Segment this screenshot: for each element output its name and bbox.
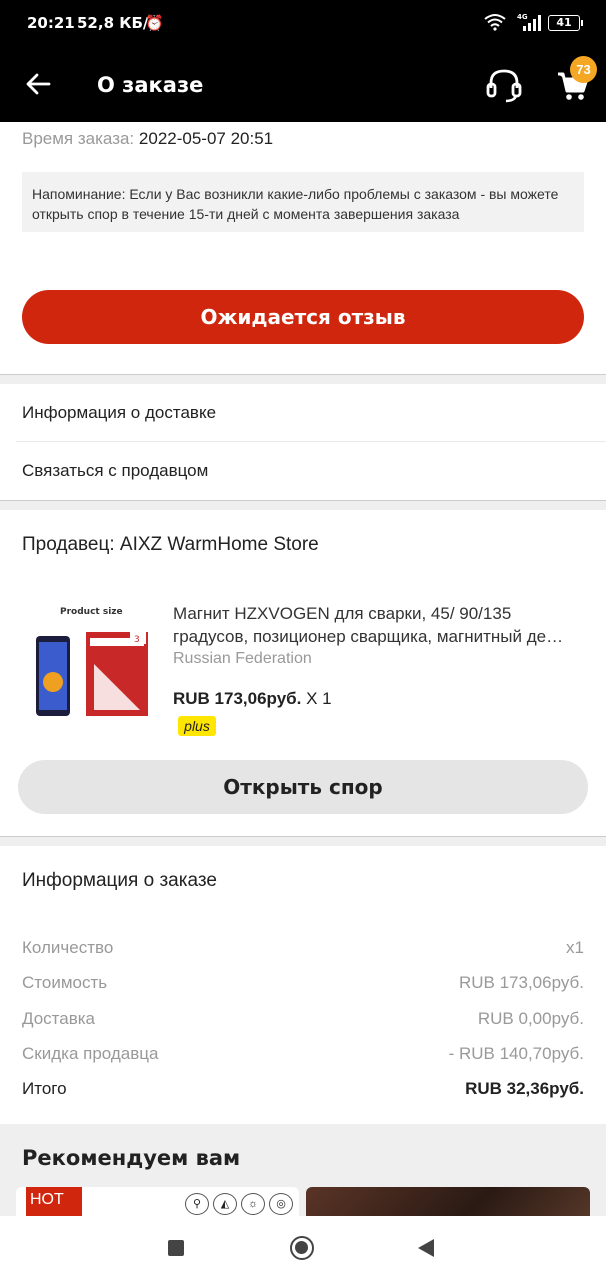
wifi-icon xyxy=(484,14,506,31)
back-nav-icon[interactable] xyxy=(418,1239,434,1257)
back-arrow-icon[interactable] xyxy=(24,70,52,98)
signal-icon: 4G xyxy=(517,13,541,31)
home-icon[interactable] xyxy=(290,1236,314,1260)
price-value: RUB 173,06руб. xyxy=(173,689,302,708)
section-divider xyxy=(0,500,606,510)
dispute-reminder: Напоминание: Если у Вас возникли какие-л… xyxy=(22,172,584,232)
order-time: Время заказа: 2022-05-07 20:51 xyxy=(22,129,273,149)
recent-apps-icon[interactable] xyxy=(168,1240,184,1256)
section-divider xyxy=(0,374,606,384)
info-label: Доставка xyxy=(22,1009,96,1028)
alarm-icon: ⏰ xyxy=(145,14,164,32)
product-title[interactable]: Магнит HZXVOGEN для сварки, 45/ 90/135 г… xyxy=(173,602,583,648)
chart-icon: ◭ xyxy=(213,1193,237,1215)
info-label: Скидка продавца xyxy=(22,1044,159,1063)
svg-text:3: 3 xyxy=(134,635,140,645)
open-dispute-button[interactable]: Открыть спор xyxy=(18,760,588,814)
bulb-icon: ☼ xyxy=(241,1193,265,1215)
feature-icons: ⚲ ◭ ☼ ◎ xyxy=(185,1193,293,1215)
section-divider xyxy=(0,836,606,846)
info-value: x1 xyxy=(566,938,584,957)
product-image[interactable]: Product size 3 xyxy=(22,602,154,722)
product-image-caption: Product size xyxy=(60,607,123,617)
system-nav-bar xyxy=(0,1216,606,1280)
quantity-value: X 1 xyxy=(306,689,332,708)
product-country: Russian Federation xyxy=(173,650,312,667)
info-value: - RUB 140,70руб. xyxy=(448,1044,584,1063)
product-title-line: Магнит HZXVOGEN для сварки, 45/ 90/135 xyxy=(173,604,512,623)
page-title: О заказе xyxy=(97,73,204,97)
status-time: 20:21 xyxy=(27,14,75,32)
battery-icon: 41 xyxy=(548,15,583,31)
status-bar: 20:21 52,8 КБ/с ⏰ 4G 41 xyxy=(0,0,606,46)
360-icon: ◎ xyxy=(269,1193,293,1215)
order-time-label: Время заказа: xyxy=(22,129,135,148)
product-title-line: градусов, позиционер сварщика, магнитный… xyxy=(173,627,564,646)
info-value: RUB 173,06руб. xyxy=(458,973,584,992)
cart-count-badge: 73 xyxy=(570,56,597,83)
recommendations-title: Рекомендуем вам xyxy=(22,1146,241,1170)
headset-icon[interactable] xyxy=(484,66,524,104)
delivery-info-link[interactable]: Информация о доставке xyxy=(0,384,606,442)
info-value: RUB 32,36руб. xyxy=(465,1079,584,1098)
plus-badge: plus xyxy=(178,716,216,736)
seller-name[interactable]: Продавец: AIXZ WarmHome Store xyxy=(22,534,319,556)
awaiting-review-button[interactable]: Ожидается отзыв xyxy=(22,290,584,344)
order-info-title: Информация о заказе xyxy=(22,870,217,891)
network-label: 4G xyxy=(517,13,528,21)
app-bar: О заказе 73 xyxy=(0,46,606,122)
info-label: Стоимость xyxy=(22,973,108,992)
info-value: RUB 0,00руб. xyxy=(477,1009,584,1028)
order-time-value: 2022-05-07 20:51 xyxy=(138,129,274,148)
contact-seller-link[interactable]: Связаться с продавцом xyxy=(0,442,606,500)
usb-icon: ⚲ xyxy=(185,1193,209,1215)
info-label: Итого xyxy=(22,1079,67,1098)
product-price: RUB 173,06руб. X 1 xyxy=(173,689,332,709)
info-label: Количество xyxy=(22,938,114,957)
